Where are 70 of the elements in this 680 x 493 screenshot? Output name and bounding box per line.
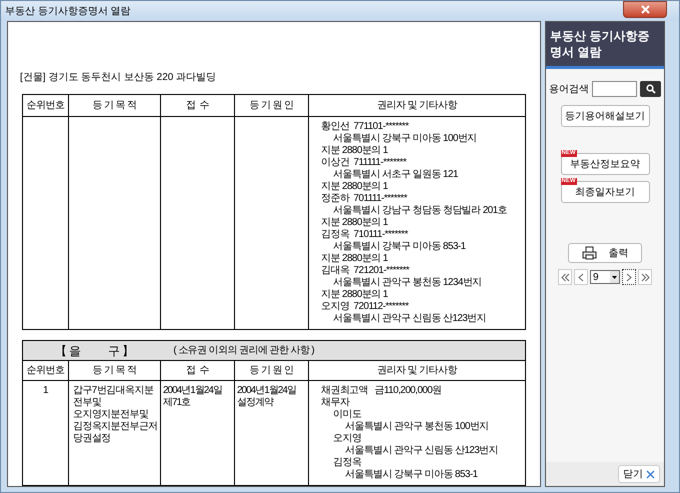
search-button[interactable] xyxy=(640,81,661,97)
window-title: 부동산 등기사항증명서 열람 xyxy=(5,4,131,18)
right-chevron-icon xyxy=(626,272,632,282)
close-icon xyxy=(640,5,650,14)
panel-title: 부동산 등기사항증명서 열람 xyxy=(550,28,650,60)
rights-text: 김대옥 721201-******* xyxy=(321,265,410,277)
double-left-chevron-icon xyxy=(560,272,570,282)
last-page-button[interactable] xyxy=(638,269,652,285)
rights-text: 이상건 711111-******* xyxy=(321,157,406,169)
previous-page-button[interactable] xyxy=(574,269,588,285)
rights-text: 채무자 xyxy=(321,397,350,409)
search-field[interactable] xyxy=(592,81,637,97)
close-panel-button[interactable]: 닫기 xyxy=(618,465,660,483)
double-right-chevron-icon xyxy=(640,272,650,282)
rights-text: 지분 2880분의 1 xyxy=(321,145,388,157)
rights-text: 서울특별시 관악구 봉천동 100번지 xyxy=(345,421,489,433)
rights-text: 지분 2880분의 1 xyxy=(321,181,388,193)
rights-text: 서울특별시 강북구 미아동 853-1 xyxy=(345,469,478,481)
column-header: 권리자 및 기타사항 xyxy=(377,364,457,376)
column-header: 등 기 원 인 xyxy=(249,364,294,376)
section-subtitle: ( 소유권 이외의 권리에 관한 사항 ) xyxy=(173,344,314,356)
rights-text: 서울특별시 강북구 미아동 100번지 xyxy=(333,133,477,145)
column-header: 등 기 목 적 xyxy=(92,100,137,112)
cell-text: 갑구7번김대옥지분 xyxy=(73,385,154,397)
rank-number: 1 xyxy=(43,385,48,398)
page-select[interactable]: 9 xyxy=(590,270,620,284)
rights-text: 지분 2880분의 1 xyxy=(321,253,388,265)
rights-text: 지분 2880분의 1 xyxy=(321,289,388,301)
rights-text: 황인선 771101-******* xyxy=(321,121,408,133)
rights-text: 서울특별시 관악구 신림동 산123번지 xyxy=(345,445,498,457)
printer-icon xyxy=(582,246,596,260)
rights-text: 서울특별시 강남구 청담동 청담빌라 201호 xyxy=(333,205,507,217)
cell-text: 제71호 xyxy=(163,397,190,409)
rights-text: 채권최고액 금110,200,000원 xyxy=(321,385,442,397)
column-header: 등 기 목 적 xyxy=(92,364,137,376)
rights-text: 서울특별시 강북구 미아동 853-1 xyxy=(333,241,466,253)
cell-text: 김정옥지분전부근저 xyxy=(73,421,158,433)
cell-text: 2004년1월24일 xyxy=(163,385,222,397)
close-icon xyxy=(646,470,655,478)
rights-text: 서울특별시 관악구 봉천동 1234번지 xyxy=(333,277,482,289)
rights-text: 김정옥 710111-******* xyxy=(321,229,408,241)
next-page-button[interactable] xyxy=(622,269,636,285)
first-page-button[interactable] xyxy=(558,269,572,285)
cell-text: 2004년1월24일 xyxy=(237,385,296,397)
rights-text: 서울특별시 서초구 일원동 121 xyxy=(333,169,458,181)
section-title: 【 을 구 】 xyxy=(55,344,134,356)
rights-text: 이미도 xyxy=(333,409,362,421)
cell-text: 당권설정 xyxy=(73,433,111,445)
cell-text: 오지영지분전부및 xyxy=(73,409,148,421)
cell-text: 전부및 xyxy=(73,397,102,409)
rights-text: 오지영 720112-******* xyxy=(321,301,408,313)
rights-text: 오지영 xyxy=(333,433,362,445)
search-label: 용어검색 xyxy=(549,82,589,96)
search-icon xyxy=(646,84,656,94)
print-button[interactable]: 출력 xyxy=(568,243,642,263)
left-chevron-icon xyxy=(578,272,584,282)
rights-text: 정준하 701111-******* xyxy=(321,193,407,205)
column-header: 권리자 및 기타사항 xyxy=(377,100,457,112)
rights-text: 지분 2880분의 1 xyxy=(321,217,388,229)
panel-button[interactable]: 등기용어해설보기 xyxy=(560,105,650,127)
cell-text: 설정계약 xyxy=(237,397,273,409)
column-header: 접 수 xyxy=(186,364,210,376)
column-header: 순위번호 xyxy=(26,364,64,376)
rights-text: 서울특별시 관악구 신림동 산123번지 xyxy=(333,313,486,325)
building-address: [건물] 경기도 동두천시 보산동 220 과다빌딩 xyxy=(20,72,216,84)
column-header: 순위번호 xyxy=(26,100,64,112)
rights-text: 김정옥 xyxy=(333,457,362,469)
column-header: 접 수 xyxy=(186,100,210,112)
column-header: 등 기 원 인 xyxy=(249,100,294,112)
close-button[interactable] xyxy=(623,1,667,18)
